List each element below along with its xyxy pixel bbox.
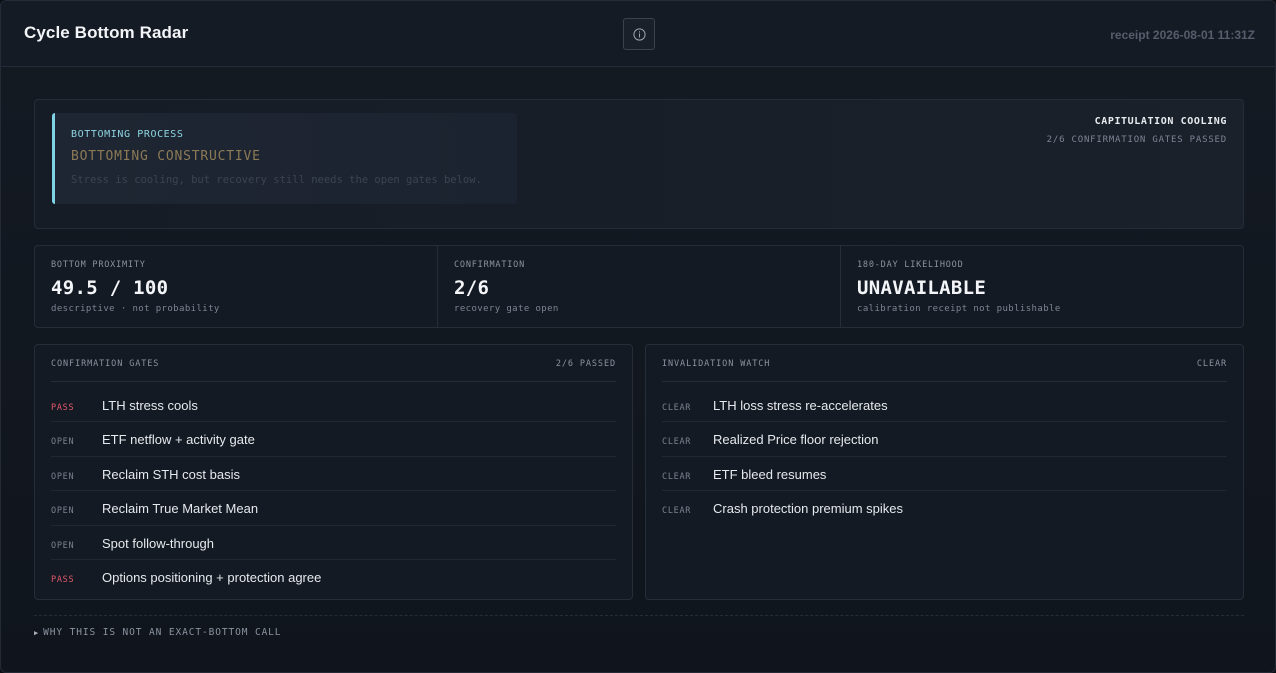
metric-subtext: descriptive · not probability: [51, 304, 220, 314]
triangle-right-icon: ▶: [34, 628, 40, 637]
top-bar: Cycle Bottom Radar receipt 2026-08-01 11…: [1, 1, 1275, 67]
why-not-exact-bottom-toggle[interactable]: ▶ WHY THIS IS NOT AN EXACT-BOTTOM CALL: [34, 627, 281, 638]
metric-label: BOTTOM PROXIMITY: [51, 260, 146, 270]
invalidation-row: CLEAR Realized Price floor rejection: [662, 422, 1227, 457]
status-badge: CLEAR: [662, 437, 692, 448]
panel-title: CONFIRMATION GATES: [51, 359, 160, 369]
gate-label: Spot follow-through: [102, 535, 215, 551]
metric-strip: BOTTOM PROXIMITY 49.5 / 100 descriptive …: [34, 245, 1244, 328]
status-badge: PASS: [51, 574, 75, 585]
status-badge: CLEAR: [662, 403, 692, 413]
metric-value: 2/6: [454, 277, 490, 299]
metric-label: 180-DAY LIKELIHOOD: [857, 260, 964, 270]
metric-subtext: recovery gate open: [454, 304, 559, 314]
gate-list: PASS LTH stress cools OPEN ETF netflow +…: [51, 388, 616, 594]
metric-label: CONFIRMATION: [454, 260, 526, 270]
footer-divider: [34, 615, 1244, 616]
invalidation-watch-panel: INVALIDATION WATCH CLEAR CLEAR LTH loss …: [645, 344, 1244, 600]
metric-value: 49.5 / 100: [51, 277, 169, 299]
gate-label: Reclaim STH cost basis: [102, 466, 240, 482]
regime-description: Stress is cooling, but recovery still ne…: [71, 174, 482, 186]
status-badge: OPEN: [51, 540, 75, 551]
panel-count: CLEAR: [1196, 359, 1227, 369]
disclosure-label: WHY THIS IS NOT AN EXACT-BOTTOM CALL: [43, 627, 282, 638]
status-badge: OPEN: [51, 471, 75, 482]
receipt-timestamp: receipt 2026-08-01 11:31Z: [1110, 28, 1255, 42]
invalidation-label: Crash protection premium spikes: [713, 501, 904, 517]
app-title: Cycle Bottom Radar: [24, 23, 189, 42]
status-badge: CLEAR: [662, 471, 692, 482]
invalidation-row: CLEAR LTH loss stress re-accelerates: [662, 388, 1227, 423]
invalidation-label: LTH loss stress re-accelerates: [713, 398, 888, 413]
panel-count: 2/6 PASSED: [555, 359, 616, 369]
status-badge: OPEN: [51, 437, 75, 448]
info-circle-icon: [632, 27, 646, 41]
regime-card: BOTTOMING PROCESS BOTTOMING CONSTRUCTIVE…: [52, 113, 517, 204]
regime-gates-summary: 2/6 CONFIRMATION GATES PASSED: [1046, 135, 1227, 145]
invalidation-row: CLEAR Crash protection premium spikes: [662, 491, 1227, 525]
app-window: Cycle Bottom Radar receipt 2026-08-01 11…: [0, 0, 1276, 673]
confirmation-gates-panel: CONFIRMATION GATES 2/6 PASSED PASS LTH s…: [34, 344, 633, 600]
panel-header: INVALIDATION WATCH CLEAR: [662, 345, 1227, 382]
metric-subtext: calibration receipt not publishable: [857, 304, 1061, 314]
metric-value: UNAVAILABLE: [857, 277, 987, 299]
panel-header: CONFIRMATION GATES 2/6 PASSED: [51, 345, 616, 382]
gate-row: PASS Options positioning + protection ag…: [51, 560, 616, 594]
gate-label: ETF netflow + activity gate: [102, 432, 255, 448]
status-badge: PASS: [51, 403, 75, 413]
gate-row: PASS LTH stress cools: [51, 388, 616, 423]
regime-phase: CAPITULATION COOLING: [1094, 116, 1227, 127]
invalidation-list: CLEAR LTH loss stress re-accelerates CLE…: [662, 388, 1227, 526]
metric-confirmation: CONFIRMATION 2/6 recovery gate open: [437, 246, 840, 327]
regime-kicker: BOTTOMING PROCESS: [71, 129, 184, 140]
invalidation-row: CLEAR ETF bleed resumes: [662, 457, 1227, 492]
regime-title: BOTTOMING CONSTRUCTIVE: [71, 149, 261, 164]
status-badge: CLEAR: [662, 506, 692, 517]
gate-label: LTH stress cools: [102, 398, 198, 413]
status-badge: OPEN: [51, 506, 75, 517]
metric-180-day-likelihood: 180-DAY LIKELIHOOD UNAVAILABLE calibrati…: [840, 246, 1243, 327]
gate-label: Options positioning + protection agree: [102, 569, 322, 585]
gate-label: Reclaim True Market Mean: [102, 501, 259, 517]
invalidation-label: ETF bleed resumes: [713, 466, 827, 482]
gate-row: OPEN Reclaim True Market Mean: [51, 491, 616, 526]
invalidation-label: Realized Price floor rejection: [713, 432, 879, 448]
info-button[interactable]: [623, 18, 655, 50]
gate-row: OPEN ETF netflow + activity gate: [51, 422, 616, 457]
regime-panel: BOTTOMING PROCESS BOTTOMING CONSTRUCTIVE…: [34, 99, 1244, 229]
gate-row: OPEN Reclaim STH cost basis: [51, 457, 616, 492]
panel-title: INVALIDATION WATCH: [662, 359, 771, 369]
metric-bottom-proximity: BOTTOM PROXIMITY 49.5 / 100 descriptive …: [35, 246, 437, 327]
gate-row: OPEN Spot follow-through: [51, 526, 616, 560]
